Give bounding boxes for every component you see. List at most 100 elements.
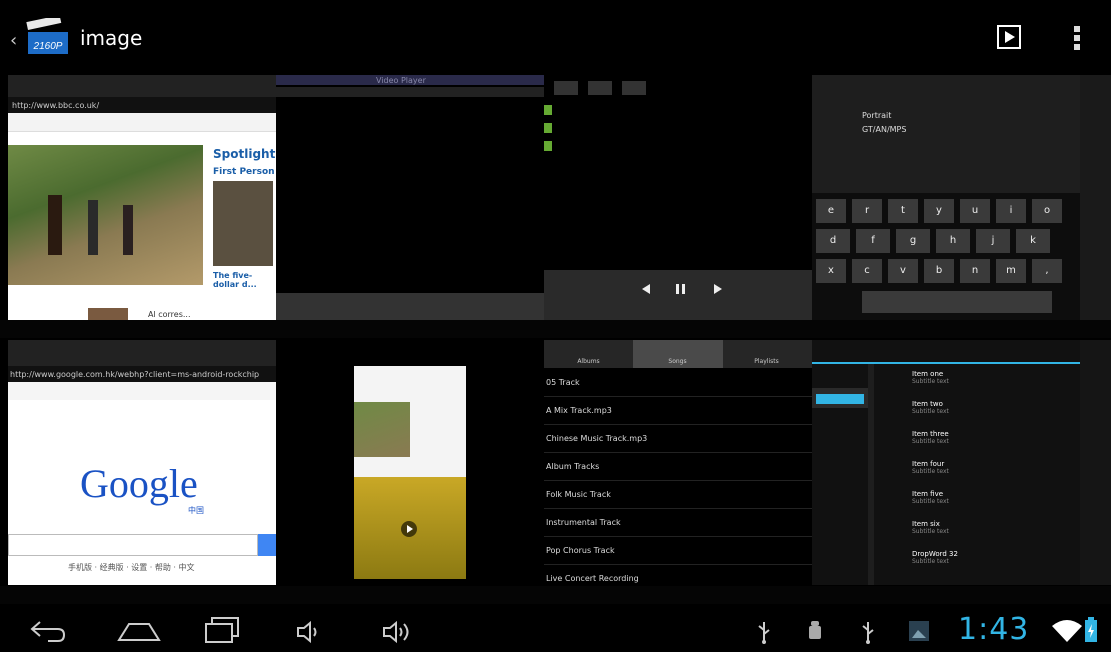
thumbnail-music-library[interactable]: Albums Songs Playlists 05 Track A Mix Track… [544, 340, 812, 585]
setting-label-1: Portrait [862, 111, 892, 120]
key-v[interactable]: v [888, 259, 918, 283]
usb-icon [758, 622, 770, 644]
thumbnail-settings[interactable]: Item one Subtitle text Item two Subtitle te… [812, 340, 1080, 585]
key-h[interactable]: h [936, 229, 970, 253]
key-comma[interactable]: , [1032, 259, 1062, 283]
song-item[interactable]: Live Concert Recording [544, 566, 812, 585]
settings-item[interactable]: DropWord 32 Subtitle text [912, 550, 1080, 578]
up-caret-icon[interactable]: ‹ [10, 30, 17, 51]
wifi-icon [1052, 620, 1082, 642]
settings-item-subtitle: Subtitle text [912, 438, 949, 445]
thumbnail-status-strip-2 [0, 586, 1111, 604]
thumbnail-edge-right-2 [1080, 340, 1111, 585]
song-item[interactable]: Folk Music Track [544, 482, 812, 509]
spotlight-caption: The five-dollar d... [213, 271, 257, 289]
key-m[interactable]: m [996, 259, 1026, 283]
thumbnail-gallery[interactable] [276, 340, 544, 585]
key-f[interactable]: f [856, 229, 890, 253]
google-url: http://www.google.com.hk/webhp?client=ms… [10, 370, 260, 379]
settings-item-subtitle: Subtitle text [912, 498, 949, 505]
android-debug-icon [809, 621, 821, 639]
google-footer: 手机版 · 经典版 · 设置 · 帮助 · 中文 [68, 563, 195, 572]
battery-icon [1085, 617, 1097, 642]
action-bar [0, 0, 1111, 73]
google-logo-text: Google [80, 461, 198, 506]
settings-item-title: Item four [912, 460, 945, 468]
settings-item-subtitle: Subtitle text [912, 408, 949, 415]
settings-item-subtitle: Subtitle text [912, 468, 949, 475]
settings-item[interactable]: Item six Subtitle text [912, 520, 1080, 548]
news-photo [8, 145, 203, 285]
first-person-label: First Person [213, 167, 275, 177]
back-icon[interactable] [28, 618, 68, 644]
screenshot-icon [909, 621, 929, 641]
key-n[interactable]: n [960, 259, 990, 283]
settings-item-title: Item one [912, 370, 944, 378]
player-caption: Video Player [376, 76, 426, 85]
play-overlay-icon[interactable] [400, 520, 418, 538]
google-search-input[interactable] [8, 534, 258, 556]
setting-label-2: GT/AN/MPS [862, 125, 907, 134]
music-tab-label[interactable]: Playlists [722, 358, 811, 365]
music-tab-label[interactable]: Songs [633, 358, 722, 365]
google-logo-sub: 中国 [188, 506, 204, 515]
settings-item-title: Item six [912, 520, 940, 528]
settings-item-title: DropWord 32 [912, 550, 958, 558]
gallery-photo-1 [354, 402, 410, 457]
key-g[interactable]: g [896, 229, 930, 253]
volume-down-icon[interactable] [296, 620, 322, 644]
player-controls [276, 293, 544, 320]
spotlight-title: Spotlight [213, 147, 276, 161]
thumbnail-keyboard[interactable]: Portrait GT/AN/MPS ertyuio dfghjk xcvbnm… [812, 75, 1080, 320]
recent-apps-icon[interactable] [204, 616, 242, 644]
settings-item-title: Item two [912, 400, 943, 408]
key-y[interactable]: y [924, 199, 954, 223]
key-d[interactable]: d [816, 229, 850, 253]
app-logo[interactable]: 2160P [26, 18, 70, 58]
settings-item[interactable]: Item four Subtitle text [912, 460, 1080, 488]
key-x[interactable]: x [816, 259, 846, 283]
google-search-button[interactable] [258, 534, 276, 556]
key-r[interactable]: r [852, 199, 882, 223]
music-tab-label[interactable]: Albums [544, 358, 633, 365]
google-logo: Google [80, 460, 198, 507]
spacebar[interactable] [862, 291, 1052, 313]
key-o[interactable]: o [1032, 199, 1062, 223]
thumbnail-music-player[interactable] [544, 75, 812, 320]
settings-item-subtitle: Subtitle text [912, 558, 949, 565]
key-u[interactable]: u [960, 199, 990, 223]
browser-url: http://www.bbc.co.uk/ [12, 101, 100, 110]
thumbnail-browser-google[interactable]: http://www.google.com.hk/webhp?client=ms… [8, 340, 276, 585]
settings-item-subtitle: Subtitle text [912, 378, 949, 385]
thumbnail-video-player[interactable]: Video Player [276, 75, 544, 320]
settings-item[interactable]: Item two Subtitle text [912, 400, 1080, 428]
home-icon[interactable] [117, 618, 161, 644]
thumbnail-browser-bbc[interactable]: http://www.bbc.co.uk/ Spotlight First Pe… [8, 75, 276, 320]
key-c[interactable]: c [852, 259, 882, 283]
settings-item-subtitle: Subtitle text [912, 528, 949, 535]
bottom-caption: Al corres... [148, 310, 191, 319]
settings-item[interactable]: Item three Subtitle text [912, 430, 1080, 458]
song-item[interactable]: Instrumental Track [544, 510, 812, 537]
key-j[interactable]: j [976, 229, 1010, 253]
key-i[interactable]: i [996, 199, 1026, 223]
volume-up-icon[interactable] [382, 620, 416, 644]
thumbnail-status-strip-1 [0, 320, 1111, 338]
overflow-menu-icon[interactable] [1072, 24, 1082, 52]
play-icon[interactable] [996, 24, 1022, 50]
key-t[interactable]: t [888, 199, 918, 223]
song-item[interactable]: 05 Track [544, 370, 812, 397]
song-item[interactable]: Chinese Music Track.mp3 [544, 426, 812, 453]
key-k[interactable]: k [1016, 229, 1050, 253]
song-item[interactable]: A Mix Track.mp3 [544, 398, 812, 425]
key-b[interactable]: b [924, 259, 954, 283]
app-title: image [80, 26, 143, 50]
song-item[interactable]: Album Tracks [544, 454, 812, 481]
transport-icons [642, 284, 722, 294]
usb-connected-icon [862, 622, 874, 644]
settings-item[interactable]: Item one Subtitle text [912, 370, 1080, 398]
settings-item[interactable]: Item five Subtitle text [912, 490, 1080, 518]
settings-item-title: Item five [912, 490, 944, 498]
song-item[interactable]: Pop Chorus Track [544, 538, 812, 565]
key-e[interactable]: e [816, 199, 846, 223]
